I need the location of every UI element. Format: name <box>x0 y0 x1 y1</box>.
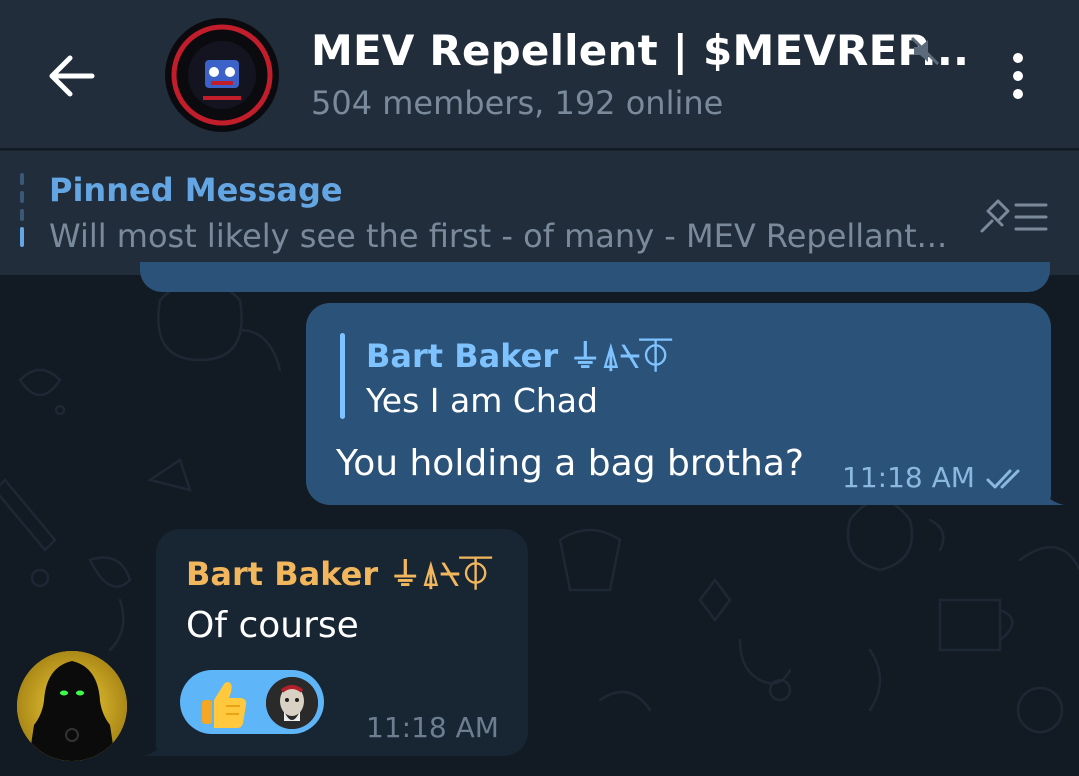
outgoing-bubble-tail <box>1040 480 1064 505</box>
message-time: 11:18 AM <box>366 711 499 744</box>
pinned-list-icon <box>980 199 1048 233</box>
incoming-message-bubble[interactable]: Bart Baker ⏚⍋⍀⏁ Of course 11:18 AM <box>156 529 528 756</box>
reply-quote-text[interactable]: Yes I am Chad <box>366 381 598 420</box>
double-check-icon <box>986 467 1030 491</box>
pinned-indicator <box>20 173 24 253</box>
group-logo-image <box>167 20 277 130</box>
pinned-list-button[interactable] <box>976 197 1050 237</box>
back-button[interactable] <box>40 44 104 108</box>
reaction-chip[interactable] <box>180 670 324 734</box>
message-text: You holding a bag brotha? <box>336 443 804 484</box>
outgoing-message-bubble[interactable]: Bart Baker ⏚⍋⍀⏁ Yes I am Chad You holdin… <box>306 303 1051 505</box>
pinned-title: Pinned Message <box>49 171 343 209</box>
arrow-left-icon <box>49 55 95 97</box>
more-vertical-icon <box>1013 53 1023 99</box>
more-menu-button[interactable] <box>996 48 1040 104</box>
message-text: Of course <box>186 605 359 646</box>
pinned-message-bar[interactable]: Pinned Message Will most likely see the … <box>0 150 1079 275</box>
message-time: 11:18 AM <box>842 461 975 494</box>
hooded-figure-avatar-image <box>17 651 127 761</box>
reply-quote-bar <box>340 333 345 419</box>
chat-title[interactable]: MEV Repellent | $MEVREP... <box>311 26 969 75</box>
thumbs-up-icon <box>202 682 247 728</box>
speaker-muted-icon <box>908 34 942 68</box>
reply-sender-name[interactable]: Bart Baker ⏚⍋⍀⏁ <box>366 331 672 377</box>
sender-name[interactable]: Bart Baker ⏚⍋⍀⏁ <box>186 549 492 595</box>
sender-avatar[interactable] <box>17 651 127 761</box>
pinned-text: Will most likely see the first - of many… <box>49 217 948 255</box>
chat-header: MEV Repellent | $MEVREP... 504 members, … <box>0 0 1079 148</box>
chat-subtitle: 504 members, 192 online <box>311 84 724 122</box>
reactor-avatar-icon <box>266 677 318 729</box>
group-avatar[interactable] <box>165 18 279 132</box>
previous-message-bubble[interactable] <box>140 262 1050 292</box>
